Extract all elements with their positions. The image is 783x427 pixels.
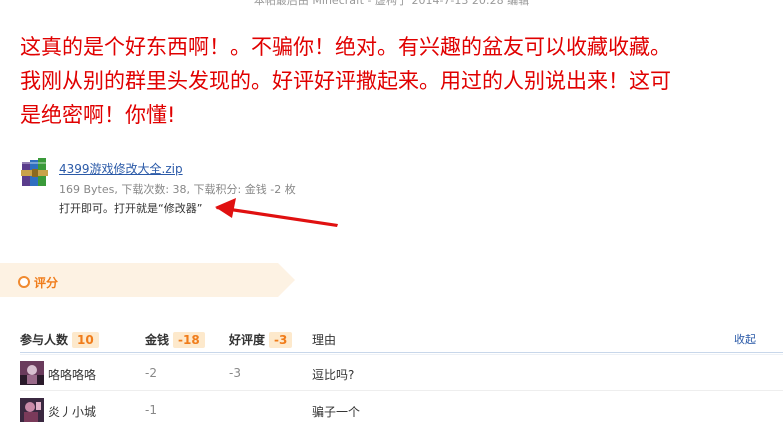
rating-row: 炎丿小城 -1 骗子一个 [20, 397, 783, 427]
edit-note: 本帖最后由 Minecraft - 虚构了 2014-7-13 20:28 编辑 [253, 0, 530, 7]
money-header: 金钱 -18 [145, 331, 205, 348]
post-line: 这真的是个好东西啊！。不骗你！绝对。有兴趣的盆友可以收藏收藏。 [20, 35, 671, 59]
reputation-label: 好评度 [229, 333, 266, 347]
money-label: 金钱 [145, 333, 170, 347]
rating-row: 咯咯咯咯 -2 -3 逗比吗? [20, 360, 783, 390]
reason-header: 理由 [312, 333, 337, 347]
participants-header: 参与人数 10 [20, 331, 99, 348]
reason-value: 骗子一个 [312, 405, 361, 419]
rating-section-header: 评分 [0, 263, 295, 297]
avatar[interactable] [20, 361, 44, 385]
collapse-link[interactable]: 收起 [734, 331, 756, 347]
post-line: 我刚从别的群里头发现的。好评好评撒起来。用过的人别说出来！这可 [20, 69, 671, 93]
reputation-header: 好评度 -3 [229, 331, 293, 348]
attachment-description: 打开即可。打开就是“修改器” [59, 202, 203, 215]
money-value: -1 [145, 403, 157, 417]
zip-archive-icon [21, 158, 48, 186]
row-divider [20, 390, 783, 391]
participants-count: 10 [72, 332, 99, 348]
reason-value: 逗比吗? [312, 368, 355, 382]
money-total: -18 [173, 332, 205, 348]
post-line: 是绝密啊！你懂! [20, 103, 176, 127]
reputation-total: -3 [269, 332, 293, 348]
header-divider [20, 352, 783, 353]
user-name-link[interactable]: 炎丿小城 [48, 403, 96, 420]
circle-icon [18, 276, 30, 288]
avatar[interactable] [20, 398, 44, 422]
attachment-download-link[interactable]: 4399游戏修改大全.zip [59, 160, 183, 177]
red-arrow-annotation [215, 198, 338, 227]
reputation-value: -3 [229, 366, 241, 380]
money-value: -2 [145, 366, 157, 380]
participants-label: 参与人数 [20, 333, 69, 347]
rating-title: 评分 [34, 276, 59, 290]
post-content: 这真的是个好东西啊！。不骗你！绝对。有兴趣的盆友可以收藏收藏。 我刚从别的群里头… [20, 30, 765, 132]
header-divider-shadow [20, 354, 783, 355]
user-name-link[interactable]: 咯咯咯咯 [48, 366, 96, 383]
